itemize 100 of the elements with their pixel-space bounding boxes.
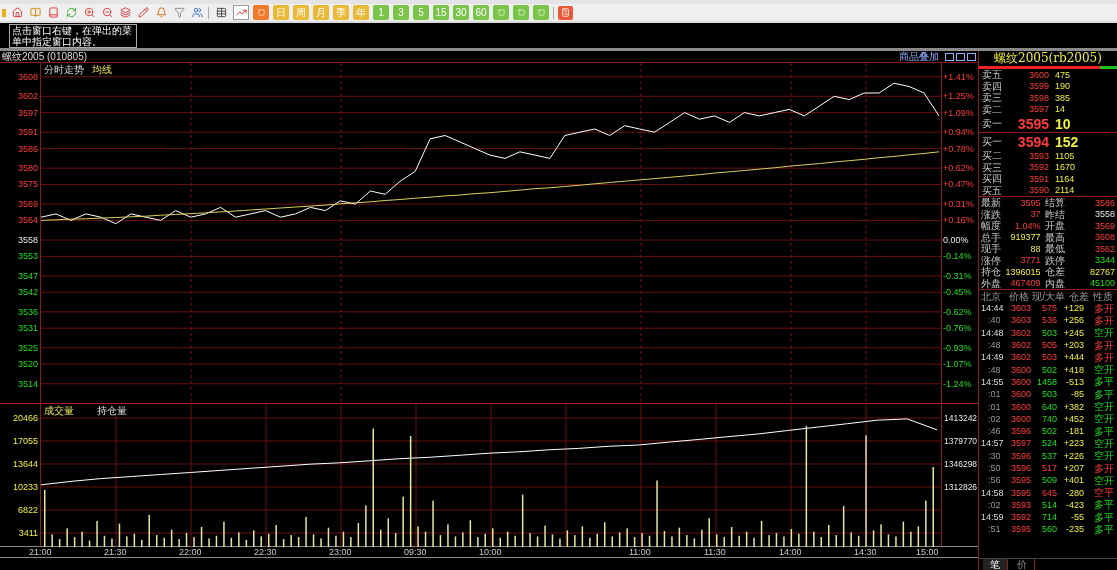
- tick-nature: 多开: [1093, 302, 1114, 314]
- panel-tab[interactable]: 价: [1010, 559, 1035, 570]
- tick-volume: 640: [1040, 401, 1057, 412]
- period-button[interactable]: 季: [333, 5, 349, 20]
- open-interest-tick: 1379770: [944, 436, 978, 446]
- panel-icon[interactable]: [967, 52, 976, 61]
- percent-tick: +0.47%: [943, 179, 974, 190]
- tick-volume: 514: [1040, 499, 1057, 510]
- period-button[interactable]: 30: [453, 5, 469, 20]
- stat-value: 82767: [1089, 266, 1115, 277]
- chart-legend: 分时走势: [44, 64, 84, 75]
- tick-volume: 509: [1040, 475, 1057, 486]
- period-button[interactable]: 周: [293, 5, 309, 20]
- percent-tick: 0.00%: [943, 235, 969, 245]
- tick-nature: 多平: [1093, 499, 1114, 511]
- stat-value: 3595: [1020, 197, 1041, 208]
- tick-volume: 502: [1040, 426, 1057, 437]
- column-header: 价格: [1008, 290, 1029, 302]
- tick-volume: 575: [1040, 303, 1057, 314]
- price-tick: 3602: [17, 91, 38, 102]
- tick-volume: 740: [1040, 413, 1057, 424]
- users-icon[interactable]: [190, 5, 204, 20]
- tick-nature: 多开: [1093, 462, 1114, 474]
- filter-icon[interactable]: [172, 5, 186, 20]
- period-button[interactable]: 3: [393, 5, 409, 20]
- stat-value: 37: [1030, 209, 1041, 220]
- layers-icon[interactable]: [118, 5, 132, 20]
- book-icon[interactable]: [46, 5, 60, 20]
- tick-price: 3600: [1009, 389, 1031, 400]
- tick-oi-change: -235: [1065, 524, 1084, 535]
- stat-label: 最新: [981, 197, 1001, 209]
- tick-oi-change: +418: [1062, 364, 1084, 375]
- percent-tick: +0.78%: [943, 143, 974, 154]
- tick-nature: 多开: [1093, 339, 1114, 351]
- volume-tick: 13644: [12, 459, 38, 469]
- order-label: 卖三: [982, 92, 1003, 104]
- price-tick: 3531: [17, 323, 38, 334]
- column-header: 北京: [981, 290, 1002, 302]
- percent-tick: -0.93%: [943, 342, 972, 353]
- tick-oi-change: +203: [1062, 340, 1084, 351]
- chart-legend: 持仓量: [97, 405, 127, 416]
- pencil-icon[interactable]: [136, 5, 150, 20]
- column-header: 现/大单: [1031, 290, 1065, 302]
- tick-nature: 空开: [1093, 364, 1114, 376]
- time-tick: 15:00: [916, 547, 939, 557]
- tick-price: 3596: [1009, 463, 1031, 473]
- zoom-out-icon[interactable]: [100, 5, 114, 20]
- order-price: 3597: [1027, 104, 1049, 115]
- scroll-right-icon[interactable]: [956, 52, 965, 61]
- period-button[interactable]: 15: [433, 5, 449, 20]
- tick-time: :51: [987, 524, 1002, 535]
- overlay-button[interactable]: 商品叠加: [899, 51, 939, 62]
- period-button[interactable]: 月: [313, 5, 329, 20]
- period-button[interactable]: 60: [473, 5, 489, 20]
- tick-time: 14:59: [981, 512, 1005, 523]
- tick-nature: 多平: [1093, 388, 1114, 400]
- tick-price: 3602: [1009, 340, 1031, 351]
- order-label: 卖二: [982, 103, 1003, 115]
- order-label: 卖一: [982, 118, 1003, 129]
- tick-nature: 多开: [1093, 314, 1114, 326]
- period-icon[interactable]: [253, 5, 269, 20]
- tick-nature: 空开: [1093, 437, 1114, 449]
- tick-volume: 503: [1040, 327, 1057, 338]
- stat-value: 1.04%: [1015, 220, 1041, 231]
- refresh-icon[interactable]: [64, 5, 78, 20]
- order-volume: 1105: [1055, 150, 1075, 161]
- panel-tab[interactable]: 笔: [983, 559, 1008, 570]
- tick-volume: 524: [1040, 438, 1057, 449]
- stat-label: 幅度: [981, 220, 1001, 232]
- price-tick: 3553: [17, 251, 38, 262]
- bell-icon[interactable]: [154, 5, 168, 20]
- percent-tick: -0.45%: [943, 287, 972, 298]
- period-button[interactable]: 年: [353, 5, 369, 20]
- tick-volume: 560: [1040, 524, 1057, 535]
- period-button[interactable]: 5: [413, 5, 429, 20]
- scroll-left-icon[interactable]: [945, 52, 954, 61]
- home-icon[interactable]: [10, 5, 24, 20]
- book-icon[interactable]: [28, 5, 42, 20]
- price-tick: 3597: [17, 107, 38, 118]
- tick-oi-change: +382: [1062, 401, 1084, 412]
- order-label: 买五: [982, 184, 1003, 196]
- stat-label: 涨停: [981, 254, 1001, 266]
- period-button[interactable]: 1: [373, 5, 389, 20]
- percent-tick: -1.24%: [943, 378, 972, 389]
- tick-oi-change: +223: [1062, 438, 1084, 449]
- tick-oi-change: +226: [1062, 450, 1084, 461]
- tick-oi-change: +401: [1062, 475, 1084, 486]
- stat-value: 3608: [1094, 232, 1115, 243]
- open-interest-tick: 1413242: [944, 413, 978, 423]
- order-price: 3590: [1027, 185, 1049, 196]
- tick-time: :50: [987, 463, 1002, 473]
- column-header: 仓差: [1068, 290, 1089, 302]
- calculator-icon[interactable]: [558, 5, 573, 20]
- period-button[interactable]: 日: [273, 5, 289, 20]
- stat-value: 45100: [1089, 278, 1115, 289]
- tick-time: :02: [987, 413, 1002, 424]
- zoom-in-icon[interactable]: [82, 5, 96, 20]
- open-interest-tick: 1312826: [944, 482, 978, 492]
- order-price: 3599: [1027, 81, 1049, 92]
- price-tick: 3580: [17, 163, 38, 174]
